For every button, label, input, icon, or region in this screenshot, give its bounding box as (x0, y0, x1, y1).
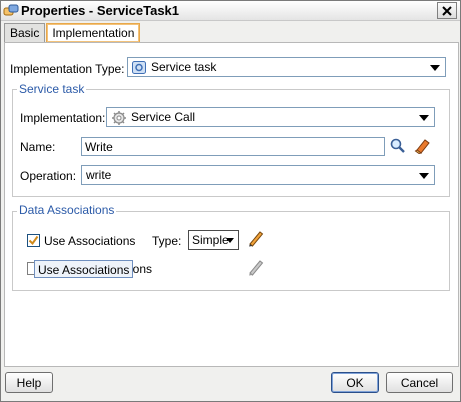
use-associations-label: Use Associations (44, 234, 136, 248)
type-select[interactable]: Simple (188, 230, 239, 250)
pencil-icon[interactable] (247, 229, 265, 247)
implementation-type-label: Implementation Type: (10, 62, 125, 76)
title-bar: Properties - ServiceTask1 (1, 1, 460, 21)
operation-value: write (86, 168, 112, 182)
eraser-icon[interactable] (413, 137, 431, 154)
operation-label: Operation: (20, 169, 77, 183)
chevron-down-icon (419, 173, 429, 179)
name-label: Name: (20, 140, 56, 154)
tab-basic[interactable]: Basic (4, 23, 46, 42)
chevron-down-icon (226, 238, 234, 243)
implementation-select[interactable]: Service Call (106, 107, 435, 127)
use-associations-checkbox[interactable] (27, 234, 40, 247)
properties-dialog: Properties - ServiceTask1 Basic Implemen… (0, 0, 461, 402)
implementation-panel: Implementation Type: Service task Servic… (4, 42, 459, 367)
operation-select[interactable]: write (81, 165, 435, 185)
name-field[interactable]: Write (81, 137, 385, 156)
gear-icon (112, 111, 126, 125)
data-associations-group (12, 211, 450, 291)
pencil-icon (249, 260, 264, 276)
service-task-group-title: Service task (17, 82, 87, 96)
process-icon (3, 4, 19, 16)
implementation-type-value: Service task (151, 60, 217, 74)
help-button[interactable]: Help (5, 372, 53, 393)
close-icon (442, 5, 452, 16)
ok-button[interactable]: OK (331, 372, 379, 393)
checkmark-icon (28, 235, 39, 246)
data-associations-group-title: Data Associations (17, 203, 117, 217)
chevron-down-icon (419, 115, 429, 121)
tab-implementation[interactable]: Implementation (46, 23, 141, 42)
close-button[interactable] (437, 2, 457, 19)
cancel-button[interactable]: Cancel (386, 372, 453, 393)
implementation-label: Implementation: (20, 111, 106, 125)
window-title: Properties - ServiceTask1 (21, 3, 180, 18)
tab-bar: Basic Implementation (4, 23, 141, 42)
implementation-type-select[interactable]: Service task (127, 57, 446, 77)
implementation-value: Service Call (131, 110, 196, 124)
chevron-down-icon (430, 65, 440, 71)
service-task-icon (132, 61, 146, 74)
use-associations-tooltip: Use Associations (34, 260, 134, 278)
name-value: Write (85, 140, 113, 154)
type-value: Simple (192, 233, 229, 247)
type-label: Type: (152, 234, 182, 248)
search-icon[interactable] (389, 137, 406, 154)
